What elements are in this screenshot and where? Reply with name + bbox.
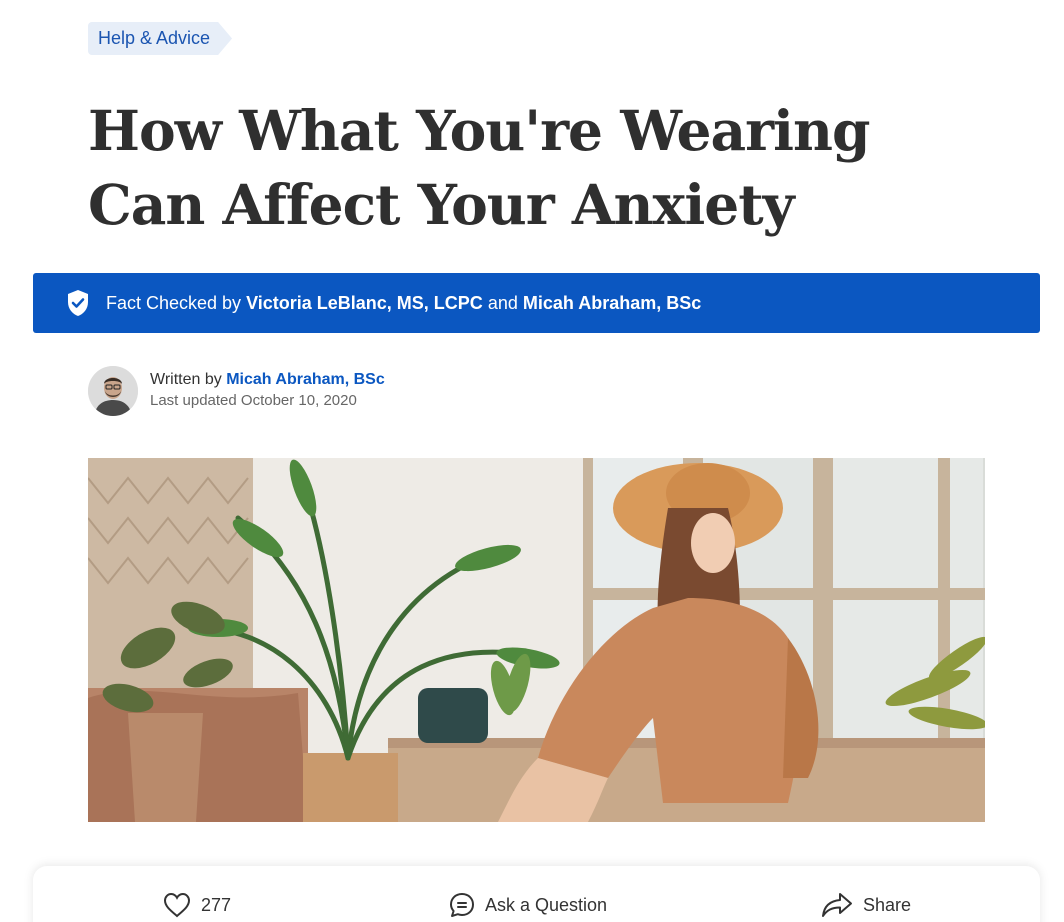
- fact-check-reviewer-2[interactable]: Micah Abraham, BSc: [523, 293, 701, 314]
- last-updated: Last updated October 10, 2020: [150, 392, 357, 409]
- heart-icon: [163, 892, 191, 918]
- share-label: Share: [863, 894, 912, 915]
- byline-author-line: Written by Micah Abraham, BSc: [150, 370, 385, 390]
- article-title: How What You're Wearing Can Affect Your …: [88, 98, 870, 237]
- article-page: Help & Advice How What You're Wearing Ca…: [0, 0, 1064, 922]
- fact-check-banner: Fact Checked by Victoria LeBlanc, MS, LC…: [33, 273, 1040, 333]
- share-button[interactable]: Share: [821, 892, 911, 918]
- fact-check-prefix: Fact Checked by: [106, 292, 242, 313]
- hero-image: [88, 458, 985, 822]
- ask-question-button[interactable]: Ask a Question: [449, 892, 607, 918]
- like-count: 277: [201, 894, 232, 915]
- author-avatar[interactable]: [88, 366, 138, 416]
- byline: Written by Micah Abraham, BSc Last updat…: [88, 366, 385, 416]
- article-action-bar: 277 Ask a Question Share: [33, 866, 1040, 922]
- author-link[interactable]: Micah Abraham, BSc: [226, 371, 385, 388]
- share-arrow-icon: [822, 893, 852, 917]
- fact-check-conjunction: and: [487, 292, 518, 313]
- byline-text: Written by Micah Abraham, BSc Last updat…: [150, 370, 385, 412]
- written-by-label: Written by: [150, 371, 222, 388]
- ask-question-label: Ask a Question: [485, 894, 608, 915]
- like-button[interactable]: 277: [163, 892, 231, 918]
- fact-check-reviewer-1[interactable]: Victoria LeBlanc, MS, LCPC: [246, 293, 483, 314]
- category-tag[interactable]: Help & Advice: [88, 22, 232, 55]
- shield-check-icon: [66, 289, 90, 317]
- chat-bubble-icon: [450, 893, 474, 917]
